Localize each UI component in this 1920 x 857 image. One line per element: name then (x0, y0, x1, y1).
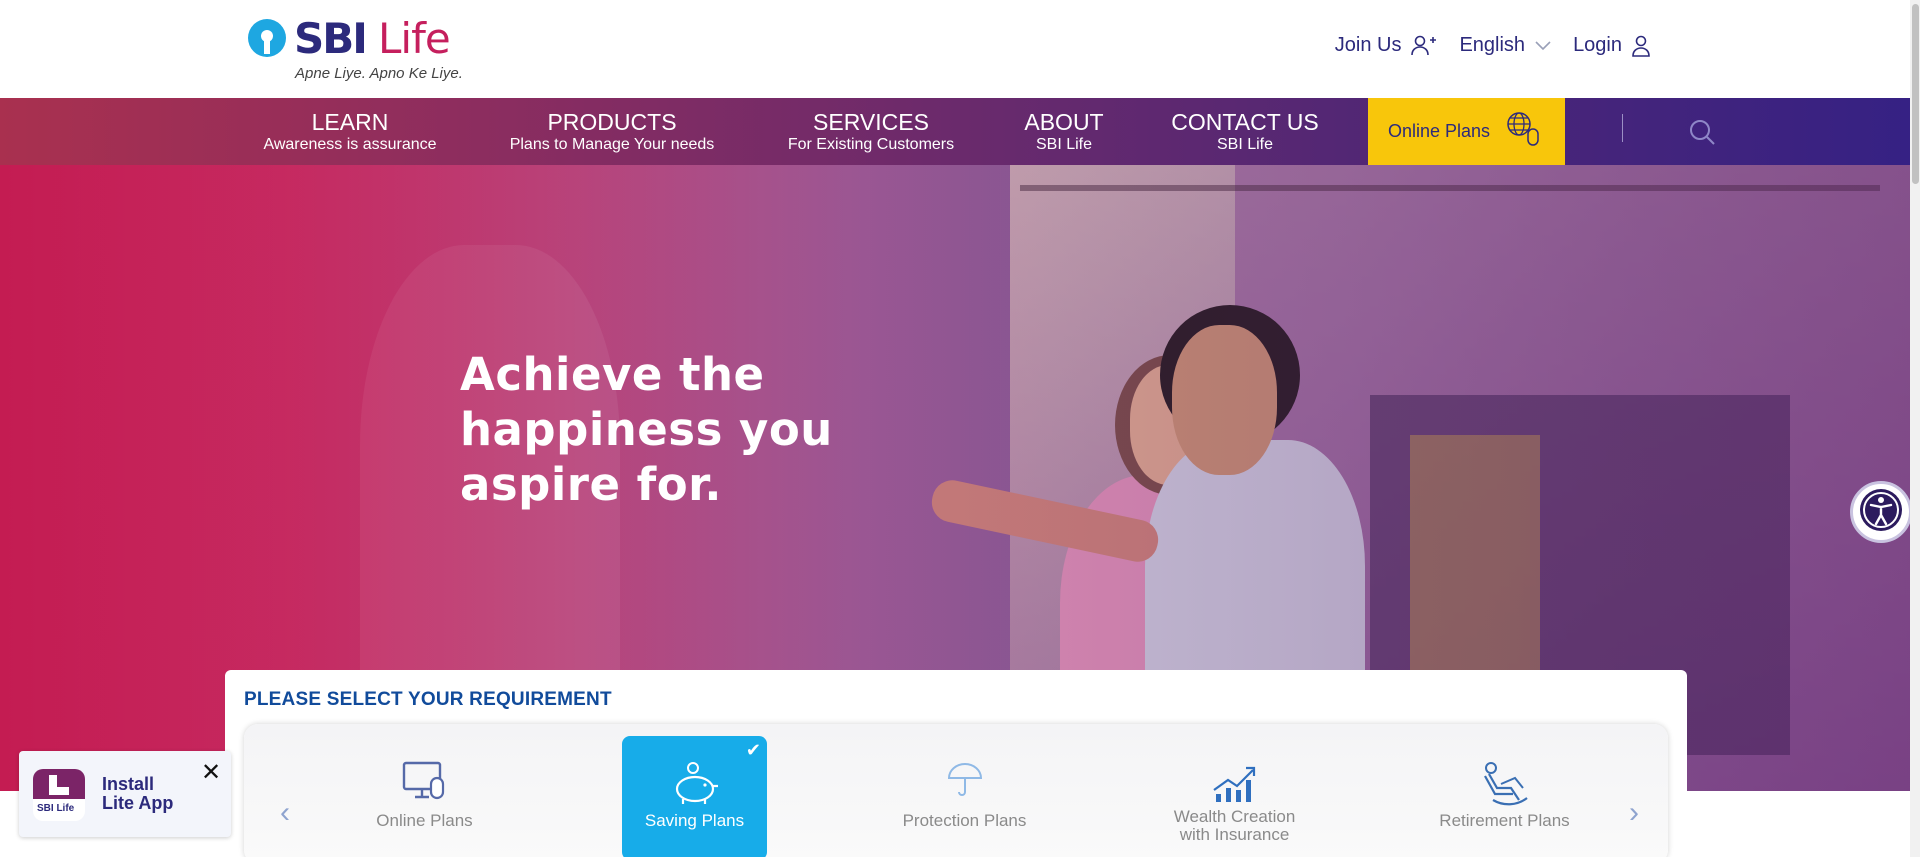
online-plans-label: Online Plans (1388, 121, 1491, 141)
plan-label-line-1: Wealth Creation (1173, 807, 1296, 826)
requirement-panel: PLEASE SELECT YOUR REQUIREMENT ‹ Online … (225, 670, 1687, 857)
lite-app-logo-text: SBI Life (37, 803, 75, 814)
umbrella-icon (945, 760, 985, 805)
hero-line-2: happiness you (460, 403, 833, 456)
plan-label: Retirement Plans (1439, 811, 1570, 830)
online-plans-button[interactable]: Online Plans (1368, 98, 1565, 165)
globe-click-icon (1504, 109, 1544, 154)
install-app-text: Install Lite App (102, 775, 173, 813)
plan-saving-plans[interactable]: ✔ Saving Plans (622, 736, 767, 857)
user-icon (1632, 35, 1650, 57)
nav-title: PRODUCTS (547, 109, 677, 135)
plan-online-plans[interactable]: Online Plans (352, 736, 497, 857)
nav-item-contact-us[interactable]: CONTACT US SBI Life (1168, 110, 1322, 154)
plan-label: Online Plans (376, 811, 473, 830)
plan-label: Wealth Creation with Insurance (1162, 808, 1307, 844)
chevron-down-icon (1535, 40, 1551, 51)
join-us-link[interactable]: Join Us (1335, 34, 1438, 57)
plan-carousel: ‹ Online Plans ✔ Saving Plans Protection… (244, 724, 1668, 857)
search-button[interactable] (1688, 118, 1716, 151)
hero-headline: Achieve the happiness you aspire for. (460, 347, 833, 512)
nav-title: LEARN (311, 109, 389, 135)
close-icon[interactable]: ✕ (201, 758, 221, 787)
install-app-line-1: Install (102, 774, 155, 794)
nav-divider (1622, 114, 1623, 142)
header: SBI Life Apne Liye. Apno Ke Liye. Join U… (0, 0, 1920, 98)
accessibility-button[interactable] (1850, 481, 1912, 543)
header-links: Join Us English Login (1335, 34, 1650, 57)
hero-line-3: aspire for. (460, 458, 723, 511)
nav-title: ABOUT (1024, 109, 1104, 135)
page-scrollbar-thumb[interactable] (1912, 4, 1919, 184)
nav-subtitle: SBI Life (1216, 136, 1274, 153)
search-icon (1688, 120, 1716, 150)
monitor-icon (401, 760, 449, 807)
hero-line-1: Achieve the (460, 348, 765, 401)
logo-tagline: Apne Liye. Apno Ke Liye. (295, 65, 463, 82)
requirement-title: PLEASE SELECT YOUR REQUIREMENT (244, 689, 612, 710)
nav-subtitle: Plans to Manage Your needs (509, 136, 715, 153)
nav-item-about[interactable]: ABOUT SBI Life (1018, 110, 1110, 154)
logo-life-text: Life (378, 14, 451, 63)
recliner-icon (1479, 760, 1531, 811)
nav-title: SERVICES (813, 109, 929, 135)
sbi-logo-mark-icon (248, 19, 286, 57)
plan-label: Saving Plans (644, 811, 745, 830)
plan-label-line-2: with Insurance (1179, 825, 1290, 844)
piggy-bank-icon (669, 760, 721, 811)
language-label: English (1459, 34, 1526, 56)
nav-item-products[interactable]: PRODUCTS Plans to Manage Your needs (505, 110, 719, 154)
nav-subtitle: Awareness is assurance (263, 136, 437, 153)
lite-app-logo: SBI Life (33, 769, 85, 821)
lite-app-logo-mark (49, 787, 69, 795)
plan-label: Protection Plans (902, 811, 1027, 830)
nav-subtitle: For Existing Customers (787, 136, 955, 153)
install-app-line-2: Lite App (102, 793, 174, 813)
accessibility-icon (1858, 487, 1904, 538)
install-app-banner[interactable]: SBI Life Install Lite App ✕ (19, 751, 231, 837)
main-nav: LEARN Awareness is assurance PRODUCTS Pl… (0, 98, 1920, 165)
growth-chart-icon (1210, 760, 1260, 809)
sbi-life-logo[interactable]: SBI Life Apne Liye. Apno Ke Liye. (246, 14, 476, 86)
carousel-next-button[interactable]: › (1629, 796, 1639, 830)
nav-item-services[interactable]: SERVICES For Existing Customers (779, 110, 963, 154)
join-us-label: Join Us (1334, 34, 1402, 56)
language-select[interactable]: English (1459, 34, 1551, 57)
nav-item-learn[interactable]: LEARN Awareness is assurance (262, 110, 438, 154)
login-label: Login (1573, 34, 1622, 56)
nav-title: CONTACT US (1171, 109, 1319, 135)
logo-sbi-text: SBI (294, 14, 368, 63)
plan-retirement-plans[interactable]: Retirement Plans (1432, 736, 1577, 857)
nav-subtitle: SBI Life (1035, 136, 1093, 153)
checkmark-icon: ✔ (745, 740, 761, 760)
add-user-icon (1411, 35, 1437, 57)
carousel-prev-button[interactable]: ‹ (280, 796, 290, 830)
plan-protection-plans[interactable]: Protection Plans (892, 736, 1037, 857)
plan-wealth-creation[interactable]: Wealth Creation with Insurance (1162, 736, 1307, 857)
login-link[interactable]: Login (1573, 34, 1650, 57)
